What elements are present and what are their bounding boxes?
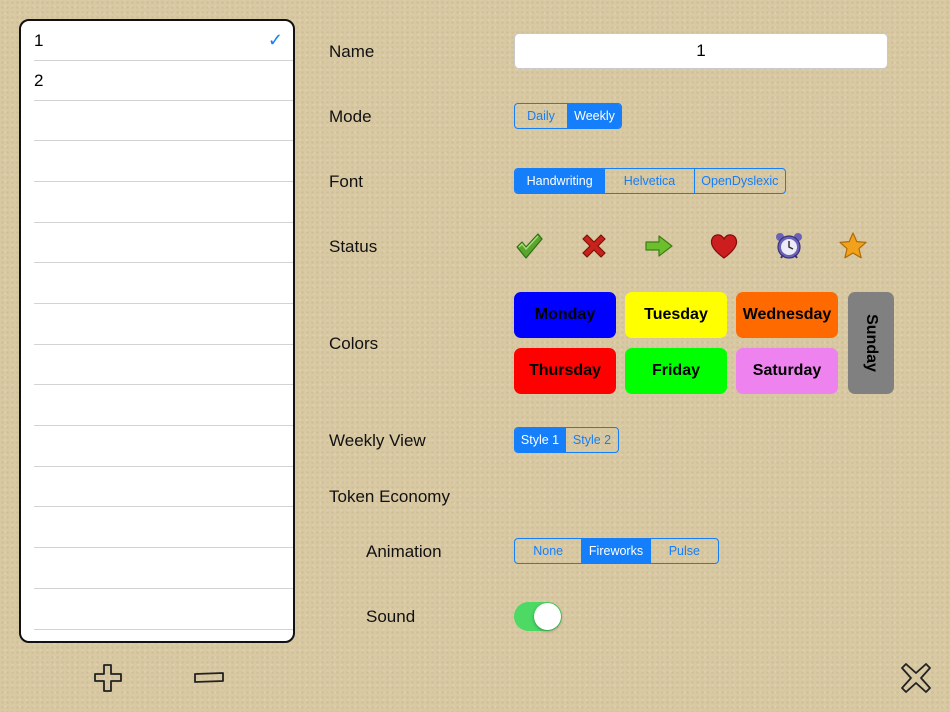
day-label: Thursday — [528, 362, 601, 379]
minus-icon — [194, 672, 224, 683]
status-alarm-button[interactable] — [774, 231, 804, 261]
color-tile-saturday[interactable]: Saturday — [736, 348, 838, 394]
status-arrow-button[interactable] — [644, 231, 674, 261]
list-item[interactable] — [34, 264, 293, 304]
colors-label: Colors — [329, 334, 379, 353]
plus-icon — [94, 664, 122, 692]
sound-label: Sound — [366, 607, 416, 626]
animation-label: Animation — [366, 542, 442, 561]
list-item[interactable] — [34, 549, 293, 589]
day-label: Wednesday — [742, 306, 832, 323]
list-item[interactable] — [34, 305, 293, 345]
color-tile-wednesday[interactable]: Wednesday — [736, 292, 838, 338]
list-item[interactable]: 2 — [34, 61, 293, 101]
mode-option-weekly[interactable]: Weekly — [568, 104, 621, 128]
status-star-button[interactable] — [838, 231, 868, 261]
check-icon — [516, 233, 543, 259]
heart-icon — [710, 234, 738, 259]
close-button[interactable] — [900, 662, 932, 694]
checkmark-icon: ✓ — [267, 30, 283, 50]
status-check-button[interactable] — [514, 231, 544, 261]
cross-icon — [582, 234, 606, 258]
list-item[interactable] — [34, 345, 293, 385]
day-label: Sunday — [863, 314, 881, 372]
font-option-handwriting[interactable]: Handwriting — [515, 169, 606, 193]
day-label: Friday — [651, 362, 700, 379]
alarm-clock-icon — [776, 233, 802, 259]
status-cross-button[interactable] — [579, 231, 609, 261]
token-economy-label: Token Economy — [329, 487, 450, 506]
weekly-view-label: Weekly View — [329, 431, 426, 450]
list-item[interactable]: 1 ✓ — [34, 21, 293, 61]
font-label: Font — [329, 172, 364, 191]
animation-option-fireworks[interactable]: Fireworks — [582, 539, 651, 563]
font-segmented-control[interactable]: Handwriting Helvetica OpenDyslexic — [514, 168, 786, 194]
star-icon — [839, 232, 867, 259]
mode-option-daily[interactable]: Daily — [515, 104, 569, 128]
status-label: Status — [329, 237, 378, 256]
toggle-knob — [534, 603, 561, 630]
remove-item-button[interactable] — [192, 670, 226, 686]
list-item[interactable] — [34, 386, 293, 426]
list-item[interactable] — [34, 427, 293, 467]
animation-option-pulse[interactable]: Pulse — [651, 539, 718, 563]
list-item[interactable] — [34, 101, 293, 141]
day-label: Saturday — [752, 362, 822, 379]
color-tile-thursday[interactable]: Thursday — [514, 348, 616, 394]
font-option-opendyslexic[interactable]: OpenDyslexic — [695, 169, 785, 193]
list-item[interactable] — [34, 142, 293, 182]
status-heart-button[interactable] — [709, 231, 739, 261]
weekly-view-option-style2[interactable]: Style 2 — [566, 428, 618, 452]
color-tile-friday[interactable]: Friday — [625, 348, 727, 394]
day-label: Monday — [534, 306, 596, 323]
color-tile-tuesday[interactable]: Tuesday — [625, 292, 727, 338]
list-item-label: 2 — [34, 71, 44, 90]
list-item[interactable] — [34, 467, 293, 507]
list-item[interactable] — [34, 183, 293, 223]
list-item-label: 1 — [34, 31, 44, 50]
close-icon — [901, 663, 931, 693]
sound-toggle[interactable] — [514, 602, 562, 631]
name-label: Name — [329, 42, 375, 61]
name-input[interactable] — [514, 33, 888, 69]
list-item[interactable] — [34, 223, 293, 263]
mode-segmented-control[interactable]: Daily Weekly — [514, 103, 622, 129]
color-tile-sunday[interactable]: Sunday — [848, 292, 894, 394]
weekly-view-option-style1[interactable]: Style 1 — [515, 428, 567, 452]
add-item-button[interactable] — [92, 662, 124, 694]
item-list[interactable]: 1 ✓ 2 — [19, 19, 295, 643]
day-label: Tuesday — [644, 306, 708, 323]
animation-segmented-control[interactable]: None Fireworks Pulse — [514, 538, 719, 564]
list-item[interactable] — [34, 590, 293, 630]
color-tile-monday[interactable]: Monday — [514, 292, 616, 338]
weekly-view-segmented-control[interactable]: Style 1 Style 2 — [514, 427, 619, 453]
mode-label: Mode — [329, 107, 372, 126]
animation-option-none[interactable]: None — [515, 539, 583, 563]
font-option-helvetica[interactable]: Helvetica — [605, 169, 695, 193]
arrow-right-icon — [645, 235, 673, 257]
list-item[interactable] — [34, 508, 293, 548]
